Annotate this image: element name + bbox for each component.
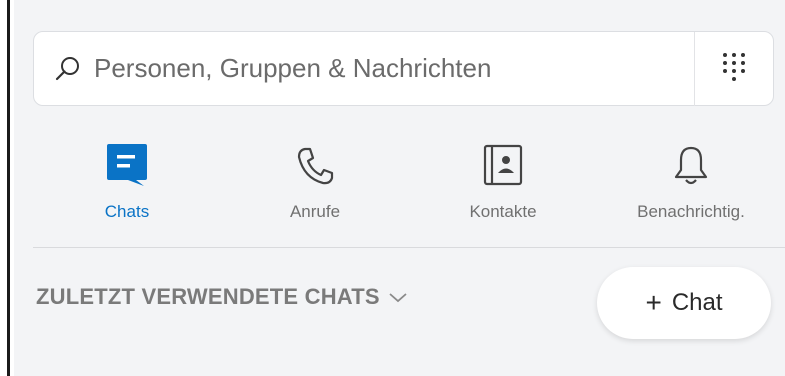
tab-contacts[interactable]: Kontakte [409, 128, 597, 238]
search-icon [34, 32, 94, 105]
tab-calls[interactable]: Anrufe [221, 128, 409, 238]
search-bar [33, 31, 774, 106]
dialpad-button[interactable] [695, 32, 773, 105]
tab-calls-label: Anrufe [289, 202, 341, 221]
chevron-down-icon [388, 290, 408, 304]
main-nav: Chats Anrufe Kontakte Benachrichtig. [33, 128, 785, 238]
window-border [0, 0, 14, 376]
recent-chats-dropdown[interactable]: ZULETZT VERWENDETE CHATS [36, 284, 408, 310]
new-chat-label: Chat [671, 289, 723, 316]
nav-divider [33, 247, 785, 248]
tab-notifications-label: Benachrichtig. [637, 202, 745, 221]
phone-icon [296, 128, 334, 186]
skype-sidebar-panel: Chats Anrufe Kontakte [0, 0, 785, 376]
tab-chats[interactable]: Chats [33, 128, 221, 238]
plus-icon: + [645, 287, 662, 318]
dialpad-icon [721, 51, 747, 86]
tab-notifications[interactable]: Benachrichtig. [597, 128, 785, 238]
contacts-icon [483, 128, 523, 186]
search-input[interactable] [94, 32, 694, 105]
bell-icon [673, 128, 709, 186]
new-chat-button[interactable]: + Chat [597, 267, 771, 339]
tab-chats-label: Chats [104, 202, 150, 221]
recent-chats-title: ZULETZT VERWENDETE CHATS [36, 284, 380, 309]
chat-icon [106, 128, 148, 186]
tab-contacts-label: Kontakte [469, 202, 537, 221]
